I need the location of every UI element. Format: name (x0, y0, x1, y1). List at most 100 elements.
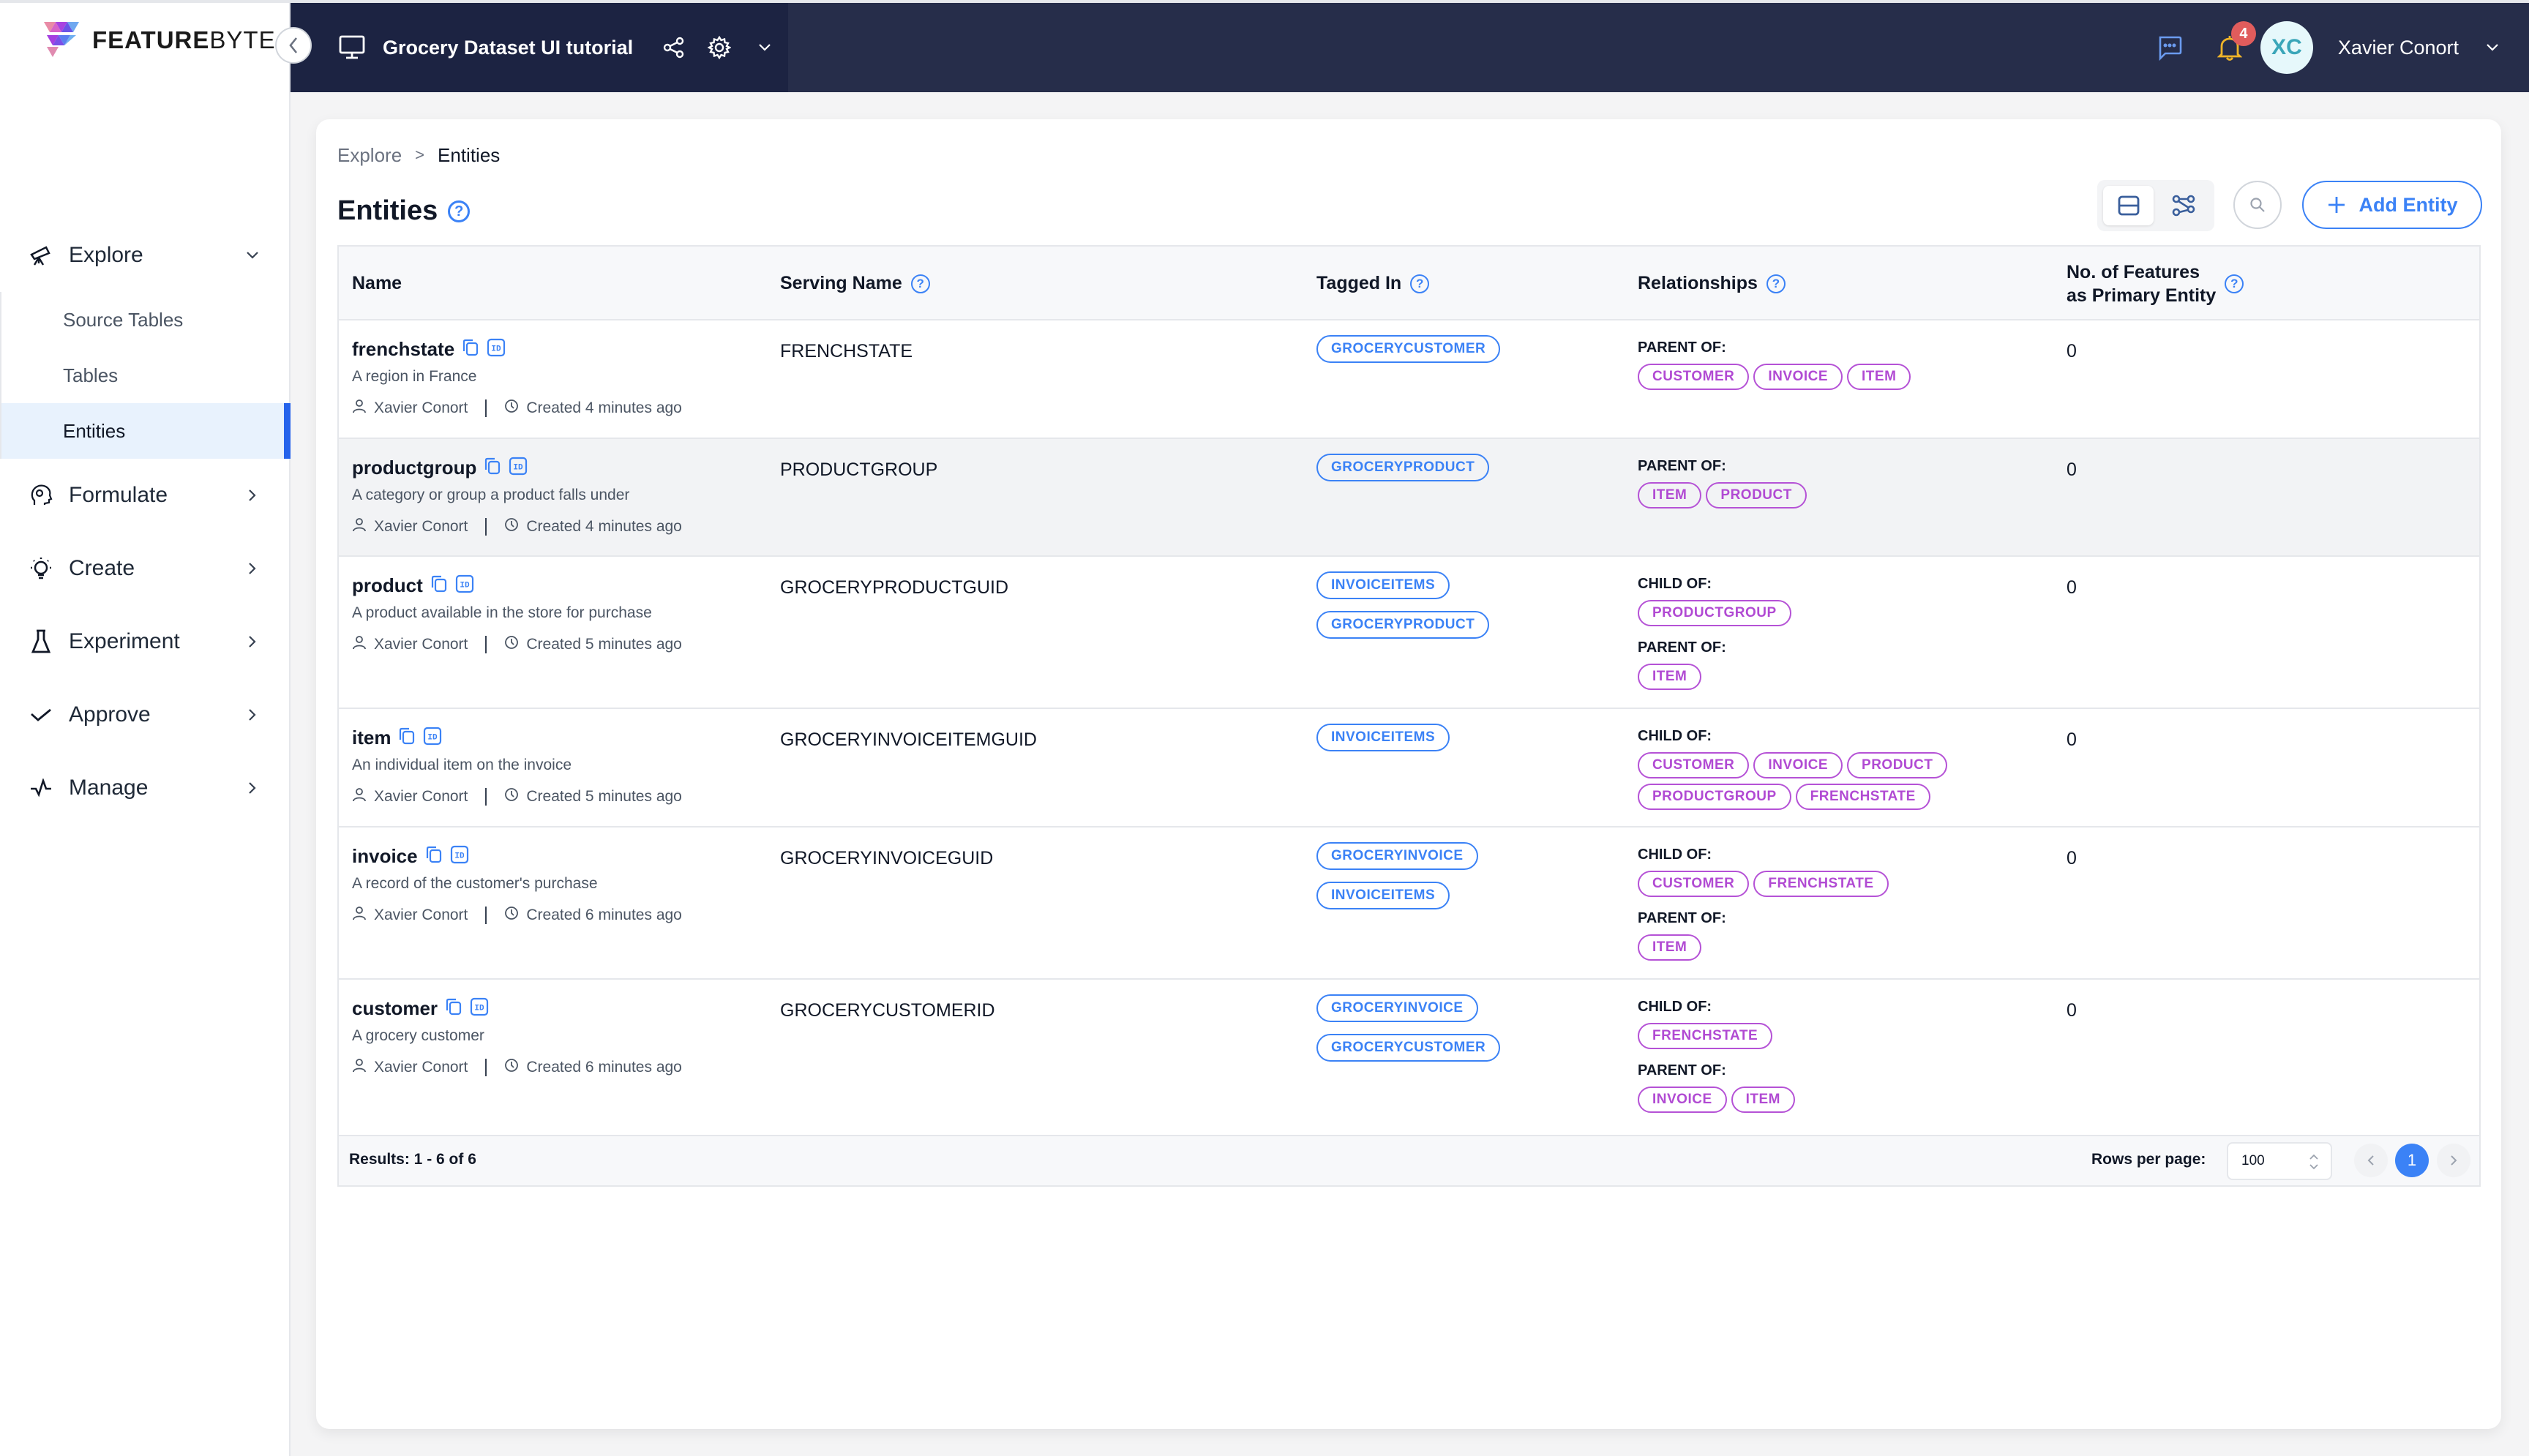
notifications-button[interactable]: 4 (2215, 21, 2256, 62)
sidebar-item-create[interactable]: Create (0, 532, 291, 605)
entity-chip[interactable]: FRENCHSTATE (1753, 871, 1889, 897)
chevron-down-icon[interactable] (750, 33, 779, 62)
copy-icon[interactable] (398, 727, 416, 749)
clock-icon (504, 1058, 519, 1077)
column-header-serving-name[interactable]: Serving Name? (780, 247, 930, 320)
help-icon[interactable]: ? (1766, 274, 1786, 293)
table-row[interactable]: item ID An individual item on the invoic… (339, 709, 2479, 828)
entity-name[interactable]: invoice (352, 845, 418, 868)
copy-icon[interactable] (484, 457, 501, 479)
copy-icon[interactable] (445, 997, 462, 1020)
user-name[interactable]: Xavier Conort (2338, 37, 2459, 59)
project-selector[interactable]: Grocery Dataset UI tutorial (291, 3, 788, 92)
tagged-in-cell: GROCERYCUSTOMER (1316, 335, 1501, 375)
column-header-name[interactable]: Name (352, 247, 402, 320)
help-icon[interactable]: ? (2225, 274, 2244, 293)
chat-icon[interactable] (2155, 33, 2184, 62)
sidebar: FEATUREBYTE Explore Source Tables Tables… (0, 3, 291, 1456)
breadcrumb-current: Entities (438, 144, 501, 166)
table-row[interactable]: invoice ID A record of the customer's pu… (339, 828, 2479, 980)
sidebar-item-approve[interactable]: Approve (0, 678, 291, 751)
entity-name[interactable]: customer (352, 997, 438, 1020)
entity-chip[interactable]: ITEM (1847, 364, 1911, 390)
featurebyte-logo[interactable]: FEATUREBYTE (42, 22, 276, 59)
table-row[interactable]: product ID A product available in the st… (339, 557, 2479, 709)
entity-chip[interactable]: INVOICE (1753, 752, 1843, 778)
breadcrumb-explore[interactable]: Explore (337, 144, 402, 167)
sidebar-item-source-tables[interactable]: Source Tables (1, 292, 291, 348)
id-icon[interactable]: ID (450, 845, 469, 868)
entity-chip[interactable]: ITEM (1638, 482, 1702, 509)
tag-chip[interactable]: GROCERYINVOICE (1316, 994, 1478, 1022)
previous-page-button[interactable] (2354, 1144, 2388, 1177)
meta-divider (485, 636, 487, 653)
graph-view-button[interactable] (2158, 186, 2208, 225)
entity-chip[interactable]: INVOICE (1753, 364, 1843, 390)
entity-name[interactable]: productgroup (352, 457, 476, 479)
tag-chip[interactable]: GROCERYCUSTOMER (1316, 1034, 1501, 1062)
entity-name[interactable]: product (352, 574, 423, 597)
entity-name[interactable]: item (352, 727, 391, 749)
tag-chip[interactable]: INVOICEITEMS (1316, 571, 1450, 599)
rows-per-page-select[interactable]: 100 (2227, 1142, 2332, 1180)
tag-chip[interactable]: GROCERYCUSTOMER (1316, 335, 1501, 363)
sidebar-item-explore[interactable]: Explore (0, 219, 291, 292)
share-icon[interactable] (659, 33, 689, 62)
id-icon[interactable]: ID (423, 727, 442, 749)
copy-icon[interactable] (462, 338, 479, 361)
id-icon[interactable]: ID (470, 997, 489, 1020)
tag-chip[interactable]: INVOICEITEMS (1316, 882, 1450, 909)
copy-icon[interactable] (425, 845, 443, 868)
entity-chip[interactable]: ITEM (1638, 934, 1702, 961)
tag-chip[interactable]: GROCERYPRODUCT (1316, 611, 1490, 639)
entity-chip[interactable]: PRODUCTGROUP (1638, 784, 1791, 810)
sidebar-item-tables[interactable]: Tables (1, 348, 291, 403)
column-header-relationships[interactable]: Relationships? (1638, 247, 1786, 320)
entity-chip[interactable]: FRENCHSTATE (1795, 784, 1930, 810)
relationship-label: PARENT OF: (1638, 1062, 1726, 1078)
entity-chip[interactable]: ITEM (1731, 1087, 1796, 1113)
page-button-current[interactable]: 1 (2395, 1144, 2429, 1177)
tag-chip[interactable]: GROCERYINVOICE (1316, 842, 1478, 870)
id-icon[interactable]: ID (509, 457, 528, 479)
help-icon[interactable]: ? (910, 274, 930, 293)
next-page-button[interactable] (2437, 1144, 2470, 1177)
entity-chip[interactable]: PRODUCT (1847, 752, 1948, 778)
entity-chip[interactable]: PRODUCTGROUP (1638, 600, 1791, 626)
entity-chip[interactable]: CUSTOMER (1638, 364, 1750, 390)
sidebar-item-entities[interactable]: Entities (1, 403, 291, 459)
entity-description: An individual item on the invoice (352, 757, 572, 773)
sidebar-item-formulate[interactable]: Formulate (0, 459, 291, 532)
tag-chip[interactable]: GROCERYPRODUCT (1316, 454, 1490, 481)
search-button[interactable] (2233, 181, 2282, 229)
entity-meta: Xavier Conort Created 4 minutes ago (352, 399, 682, 418)
tag-chip[interactable]: INVOICEITEMS (1316, 724, 1450, 751)
entity-chip[interactable]: CUSTOMER (1638, 752, 1750, 778)
entity-chip[interactable]: CUSTOMER (1638, 871, 1750, 897)
copy-icon[interactable] (430, 574, 448, 597)
help-icon[interactable]: ? (1410, 274, 1430, 293)
id-icon[interactable]: ID (455, 574, 474, 597)
id-icon[interactable]: ID (487, 338, 506, 361)
settings-gear-icon[interactable] (705, 33, 734, 62)
chevron-down-icon[interactable] (2478, 33, 2507, 62)
column-header-tagged-in[interactable]: Tagged In? (1316, 247, 1430, 320)
sidebar-item-manage[interactable]: Manage (0, 751, 291, 825)
sidebar-item-experiment[interactable]: Experiment (0, 605, 291, 678)
entity-chip[interactable]: INVOICE (1638, 1087, 1727, 1113)
help-icon[interactable]: ? (448, 200, 471, 222)
entity-chip[interactable]: PRODUCT (1706, 482, 1807, 509)
table-row[interactable]: customer ID A grocery customer Xavier Co… (339, 980, 2479, 1136)
project-title: Grocery Dataset UI tutorial (383, 36, 634, 59)
table-view-button[interactable] (2103, 186, 2154, 225)
table-row[interactable]: frenchstate ID A region in France Xavier… (339, 320, 2479, 439)
add-entity-button[interactable]: Add Entity (2302, 181, 2482, 229)
entity-chip[interactable]: FRENCHSTATE (1638, 1023, 1773, 1049)
entity-name[interactable]: frenchstate (352, 338, 454, 361)
collapse-sidebar-button[interactable] (275, 27, 312, 64)
table-row[interactable]: productgroup ID A category or group a pr… (339, 439, 2479, 557)
column-header-features[interactable]: No. of Features as Primary Entity ? (2067, 247, 2244, 320)
entity-chip[interactable]: ITEM (1638, 664, 1702, 690)
avatar[interactable]: XC (2260, 21, 2313, 74)
tagged-in-cell: GROCERYPRODUCT (1316, 454, 1490, 493)
